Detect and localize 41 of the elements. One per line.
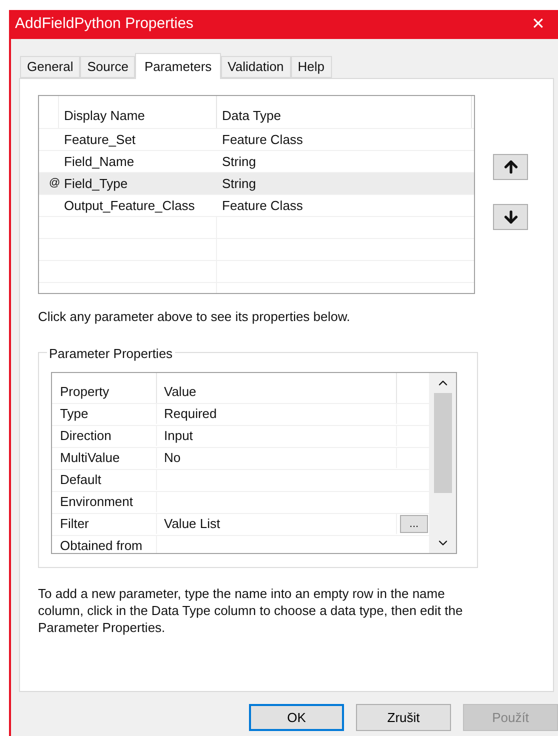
window-title: AddFieldPython Properties	[15, 14, 194, 34]
table-cell-text: String	[221, 152, 257, 171]
arrow-down-icon	[502, 208, 520, 226]
table-cell-text: Feature Class	[221, 130, 304, 149]
table-cell: Direction	[52, 426, 157, 446]
table-cell: Value List	[157, 514, 397, 534]
table-cell: Filter	[52, 514, 157, 534]
tab[interactable]: General	[20, 56, 80, 78]
hint-text: Click any parameter above to see its properties below.	[38, 308, 352, 326]
close-button[interactable]: ✕	[518, 10, 558, 39]
column-header: Data Type	[217, 96, 472, 128]
row-marker: @	[48, 176, 59, 192]
move-up-button[interactable]	[493, 154, 528, 180]
column-header: Display Name	[59, 96, 217, 128]
table-cell-text: Feature Class	[221, 196, 304, 215]
table-cell: Default	[52, 470, 157, 490]
browse-button[interactable]: ...	[400, 515, 428, 533]
table-cell: Obtained from	[52, 536, 157, 552]
table-cell-text: Output_Feature_Class	[63, 196, 196, 215]
instructions-text: To add a new parameter, type the name into an empty row in the name column, click in the Data Type column to choose a data type, then edit the Parameter Properties.	[38, 584, 464, 636]
table-cell: Required	[157, 404, 397, 424]
move-down-button[interactable]	[493, 204, 528, 230]
table-cell: Input	[157, 426, 397, 446]
dialog-button[interactable]: Zrušit	[356, 704, 451, 731]
column-header: Property	[52, 372, 157, 402]
table-cell: MultiValue	[52, 448, 157, 468]
table-cell: Type	[52, 404, 157, 424]
dialog-button[interactable]: OK	[249, 704, 344, 731]
table-cell-text: Field_Type	[63, 174, 129, 193]
tab[interactable]: Source	[80, 56, 136, 78]
tab[interactable]: Help	[290, 56, 332, 78]
table-cell-text: String	[221, 174, 257, 193]
parameter-row[interactable]: @ Field_Type String	[39, 173, 474, 195]
table-cell: No	[157, 448, 397, 468]
column-header: Value	[157, 372, 397, 402]
table-cell-text: Field_Name	[63, 152, 136, 171]
tab[interactable]: Validation	[220, 56, 291, 78]
table-cell: Environment	[52, 492, 157, 512]
table-cell-text: Feature_Set	[63, 130, 137, 149]
tab[interactable]: Parameters	[135, 53, 221, 79]
scrollbar[interactable]	[429, 372, 456, 552]
